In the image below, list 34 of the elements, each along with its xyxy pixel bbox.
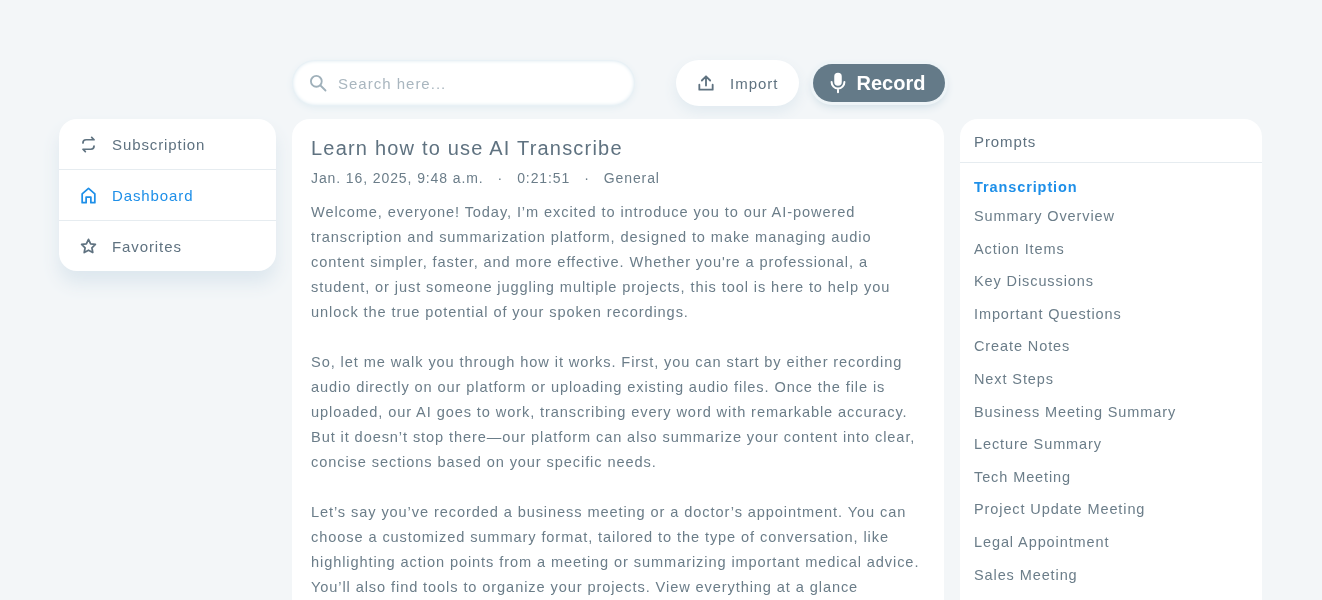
sidebar-item[interactable]: Favorites [59, 221, 276, 271]
prompt-item[interactable]: Sales Meeting [974, 566, 1248, 600]
meta-text: Jan. 16, 2025, 9:48 a.m. [311, 170, 484, 186]
prompt-item[interactable]: Business Meeting Summary [974, 403, 1248, 437]
prompt-item[interactable]: Project Update Meeting [974, 501, 1248, 534]
prompt-item[interactable]: Action Items [974, 240, 1248, 274]
upload-icon [696, 73, 716, 93]
import-button[interactable]: Import [676, 60, 799, 106]
document-title: Learn how to use AI Transcribe [311, 137, 624, 160]
separator-dot: · [584, 170, 590, 186]
prompt-item[interactable]: Lecture Summary [974, 436, 1248, 469]
transcript-paragraph: So, let me walk you through how it works. First, you can start by either recording audio directly on our platform or uploading existing audio files. Once the file is uploaded, our AI goes to work, transcribing every word with remarkable accuracy. But it doesn’t stop there—our platform can also summarize your content into clear, concise sections based on your specific needs. [311, 353, 917, 472]
sidebar-item[interactable]: Dashboard [59, 170, 276, 221]
prompt-item[interactable]: Key Discussions [974, 273, 1248, 306]
home-icon [79, 185, 98, 205]
prompt-item[interactable]: Important Questions [974, 305, 1248, 339]
panel-title: Prompts [960, 119, 1262, 163]
sidebar-item[interactable]: Subscription [59, 119, 276, 170]
record-button[interactable]: Record [812, 64, 946, 102]
repeat-icon [79, 134, 98, 154]
prompt-item[interactable]: Tech Meeting [974, 468, 1248, 502]
prompt-item[interactable]: Summary Overview [974, 208, 1248, 241]
meta-text: 0:21:51 [517, 170, 571, 186]
meta-text: General [603, 170, 660, 186]
search-field[interactable]: Search here... [292, 60, 635, 106]
separator-dot: · [497, 170, 504, 186]
prompt-item[interactable]: Transcription [974, 179, 1248, 208]
prompt-item[interactable]: Legal Appointment [974, 533, 1248, 567]
prompt-item[interactable]: Next Steps [974, 370, 1248, 404]
prompt-item[interactable]: Create Notes [974, 338, 1248, 371]
star-icon [79, 236, 98, 256]
transcript-paragraph: Welcome, everyone! Today, I’m excited to introduce you to our AI-powered transcription and summarization platform, designed to make managing audio content simpler, faster, and more effective. Whether you're a professional, a student, or just someone juggling multiple projects, this tool is here to help you unlock the true potential of your spoken recordings. [311, 203, 892, 322]
search-icon [308, 73, 328, 93]
transcript-paragraph: Let’s say you’ve recorded a business meeting or a doctor’s appointment. You can choose a customized summary format, tailored to the type of conversation, like highlighting action points from a meeting or summarizing important medical advice. You’ll also find tools to organize your projects. View everything at a glance [311, 503, 921, 597]
